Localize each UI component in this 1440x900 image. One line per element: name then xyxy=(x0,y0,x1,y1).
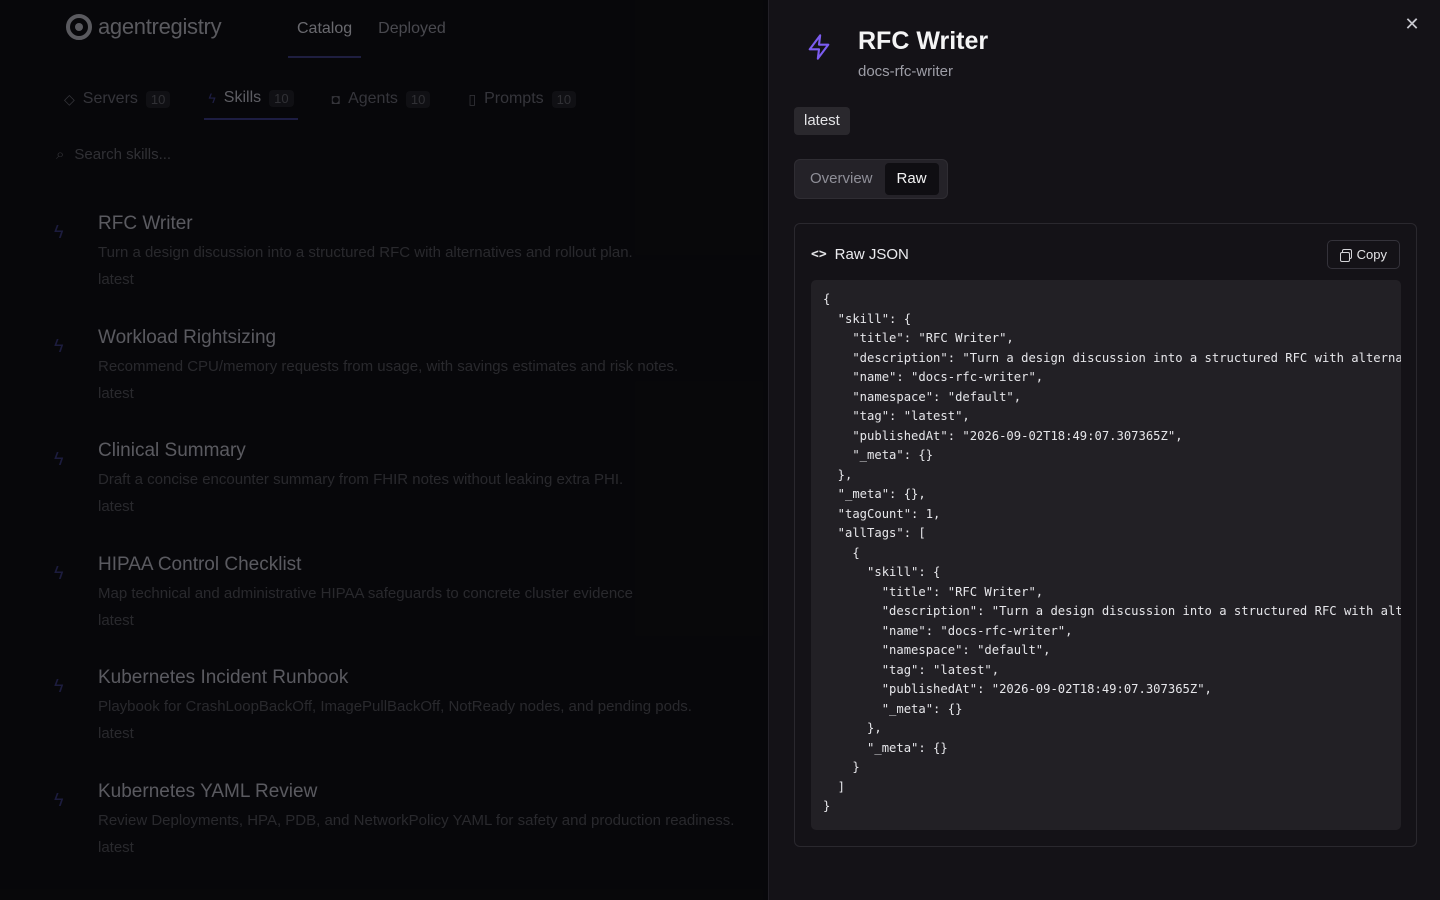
copy-button[interactable]: Copy xyxy=(1326,240,1400,269)
raw-json-card: <> Raw JSON Copy { "skill": { "title": "… xyxy=(794,223,1417,847)
copy-icon xyxy=(1339,249,1352,262)
json-code-block[interactable]: { "skill": { "title": "RFC Writer", "des… xyxy=(811,280,1401,830)
json-text: { "skill": { "title": "RFC Writer", "des… xyxy=(823,292,1401,813)
copy-label: Copy xyxy=(1356,247,1387,262)
view-toggle: Overview Raw xyxy=(794,159,948,199)
raw-json-header: <> Raw JSON xyxy=(811,246,909,263)
code-icon: <> xyxy=(811,247,827,262)
raw-json-heading: Raw JSON xyxy=(834,246,909,263)
version-tag: latest xyxy=(794,107,850,135)
tab-raw[interactable]: Raw xyxy=(884,163,939,195)
modal-overlay[interactable] xyxy=(0,0,768,900)
close-button[interactable]: ✕ xyxy=(1402,14,1422,34)
detail-drawer: ✕ RFC Writer docs-rfc-writer latest Over… xyxy=(768,0,1440,900)
drawer-subtitle: docs-rfc-writer xyxy=(858,63,954,80)
close-icon: ✕ xyxy=(1404,14,1420,34)
drawer-title: RFC Writer xyxy=(858,27,989,55)
bolt-icon xyxy=(808,34,830,60)
tab-overview[interactable]: Overview xyxy=(798,163,885,195)
